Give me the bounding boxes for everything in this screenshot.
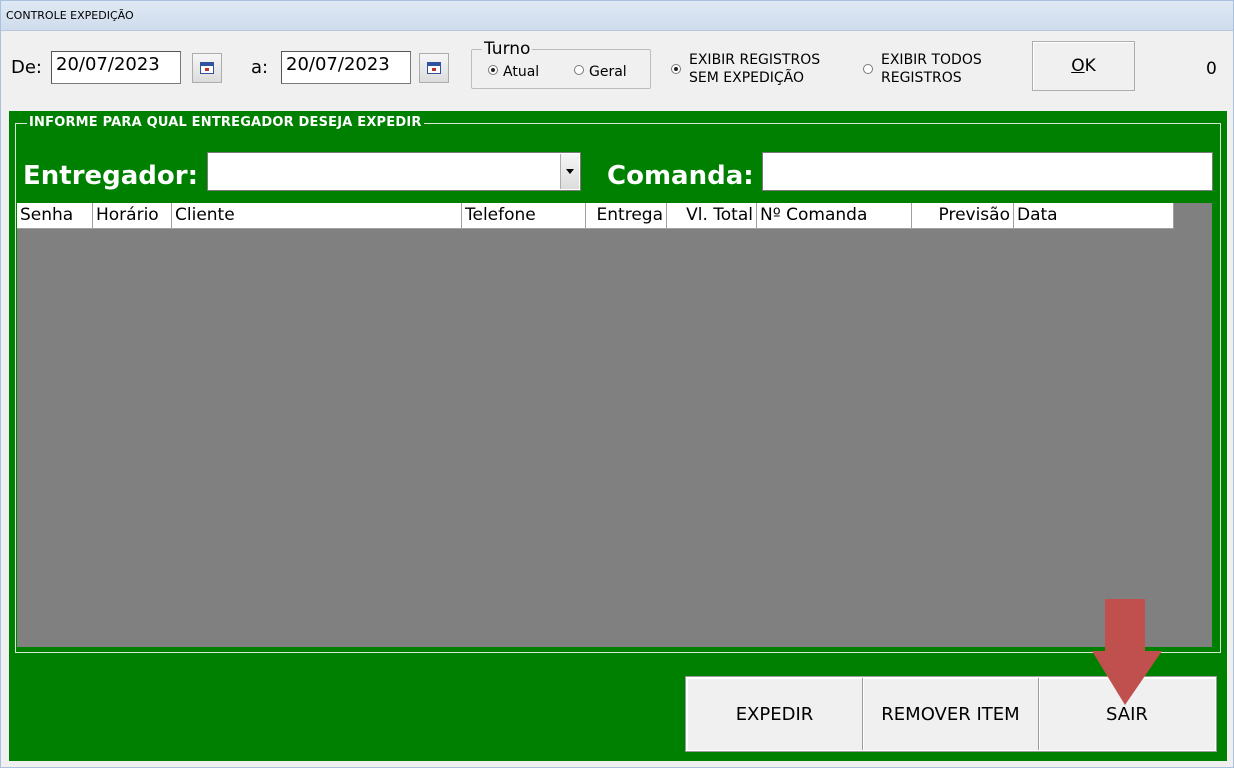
col-senha[interactable]: Senha	[17, 203, 93, 229]
filter-todos-radio[interactable]: EXIBIR TODOS REGISTROS	[863, 52, 1013, 88]
entregador-combobox[interactable]	[207, 152, 581, 191]
remover-item-button[interactable]: REMOVER ITEM	[863, 678, 1039, 750]
turno-geral-label: Geral	[589, 64, 627, 80]
col-horario[interactable]: Horário	[93, 203, 172, 229]
turno-group: Turno Atual Geral	[471, 39, 651, 89]
col-n-comanda[interactable]: Nº Comanda	[757, 203, 912, 229]
filter-sem-expedicao-line1: EXIBIR REGISTROS	[689, 52, 821, 68]
expedir-button[interactable]: EXPEDIR	[687, 678, 863, 750]
orders-grid[interactable]: Senha Horário Cliente Telefone Entrega V…	[17, 203, 1212, 647]
col-cliente[interactable]: Cliente	[172, 203, 462, 229]
calendar-icon	[200, 62, 214, 74]
from-date-picker-button[interactable]	[192, 53, 222, 83]
radio-unselected-icon	[574, 65, 584, 75]
grid-header: Senha Horário Cliente Telefone Entrega V…	[17, 203, 1174, 229]
ok-accelerator: O	[1071, 56, 1085, 76]
radio-selected-icon	[488, 65, 498, 75]
expedition-panel: INFORME PARA QUAL ENTREGADOR DESEJA EXPE…	[9, 111, 1227, 761]
radio-unselected-icon	[863, 64, 873, 74]
radio-selected-icon	[671, 64, 681, 74]
title-bar: CONTROLE EXPEDIÇÃO	[1, 1, 1233, 31]
col-previsao[interactable]: Previsão	[912, 203, 1014, 229]
filter-todos-line2: REGISTROS	[881, 70, 962, 86]
comanda-input[interactable]	[762, 152, 1213, 191]
from-date-label: De:	[11, 57, 42, 78]
to-date-picker-button[interactable]	[419, 53, 449, 83]
filter-sem-expedicao-radio[interactable]: EXIBIR REGISTROS SEM EXPEDIÇÃO	[671, 52, 851, 88]
from-date-input[interactable]: 20/07/2023	[51, 51, 181, 84]
filter-todos-line1: EXIBIR TODOS	[881, 52, 982, 68]
record-count: 0	[1206, 59, 1217, 79]
to-date-label: a:	[251, 57, 269, 78]
window-title: CONTROLE EXPEDIÇÃO	[6, 9, 134, 22]
turno-atual-label: Atual	[503, 64, 540, 80]
filter-sem-expedicao-line2: SEM EXPEDIÇÃO	[689, 70, 805, 86]
col-entrega[interactable]: Entrega	[586, 203, 667, 229]
window: CONTROLE EXPEDIÇÃO De: 20/07/2023 a: 20/…	[0, 0, 1234, 768]
comanda-label: Comanda:	[607, 161, 754, 191]
to-date-input[interactable]: 20/07/2023	[281, 51, 411, 84]
turno-atual-radio[interactable]: Atual	[488, 64, 539, 80]
frame-title: INFORME PARA QUAL ENTREGADOR DESEJA EXPE…	[27, 115, 424, 130]
chevron-down-icon	[566, 169, 574, 174]
toolbar: De: 20/07/2023 a: 20/07/2023 Turno Atual	[1, 32, 1233, 107]
ok-label: K	[1084, 56, 1096, 76]
entregador-dropdown-button[interactable]	[560, 154, 579, 189]
arrow-down-icon	[1092, 599, 1162, 705]
col-data[interactable]: Data	[1014, 203, 1174, 229]
turno-title: Turno	[482, 39, 533, 59]
col-vl-total[interactable]: Vl. Total	[667, 203, 757, 229]
ok-button[interactable]: OK	[1032, 41, 1135, 91]
col-telefone[interactable]: Telefone	[462, 203, 586, 229]
turno-geral-radio[interactable]: Geral	[574, 64, 627, 80]
entregador-label: Entregador:	[23, 161, 199, 191]
calendar-icon	[427, 62, 441, 74]
